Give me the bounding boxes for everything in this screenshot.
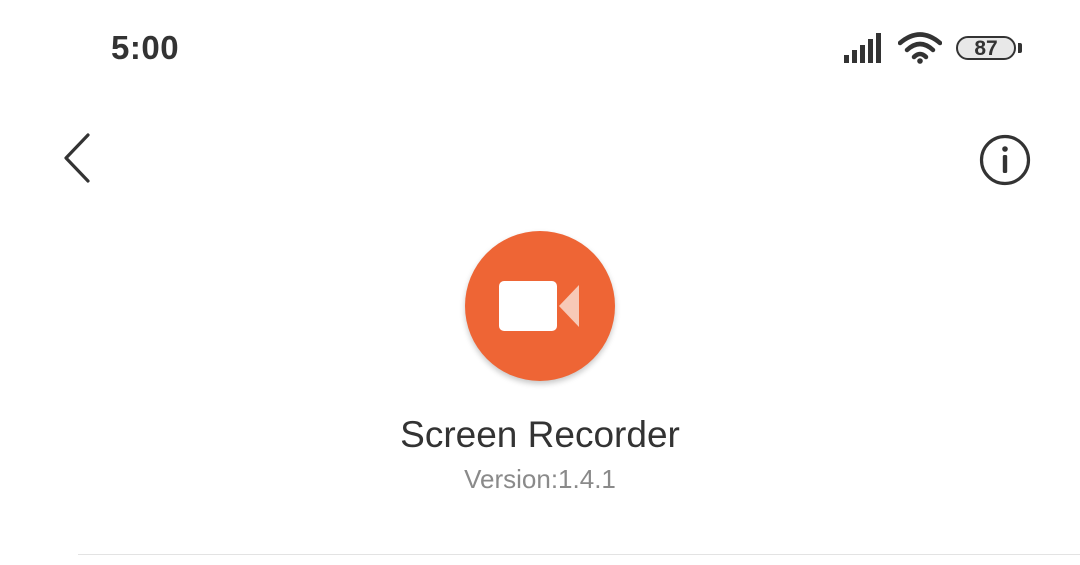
battery-level: 87 — [956, 36, 1016, 60]
app-version: Version:1.4.1 — [464, 464, 616, 494]
battery-tip — [1018, 43, 1022, 53]
back-button[interactable] — [52, 128, 102, 188]
cellular-signal-icon — [844, 33, 881, 63]
video-camera-icon — [499, 281, 579, 331]
info-button[interactable] — [978, 133, 1032, 187]
divider — [78, 554, 1080, 555]
status-icons: 87 — [844, 30, 1022, 66]
battery-icon: 87 — [956, 32, 1022, 64]
chevron-left-icon — [64, 133, 90, 183]
app-name: Screen Recorder — [400, 414, 680, 455]
status-time: 5:00 — [111, 29, 180, 66]
app-icon — [465, 231, 615, 381]
info-icon — [979, 134, 1031, 186]
wifi-icon — [898, 32, 942, 64]
